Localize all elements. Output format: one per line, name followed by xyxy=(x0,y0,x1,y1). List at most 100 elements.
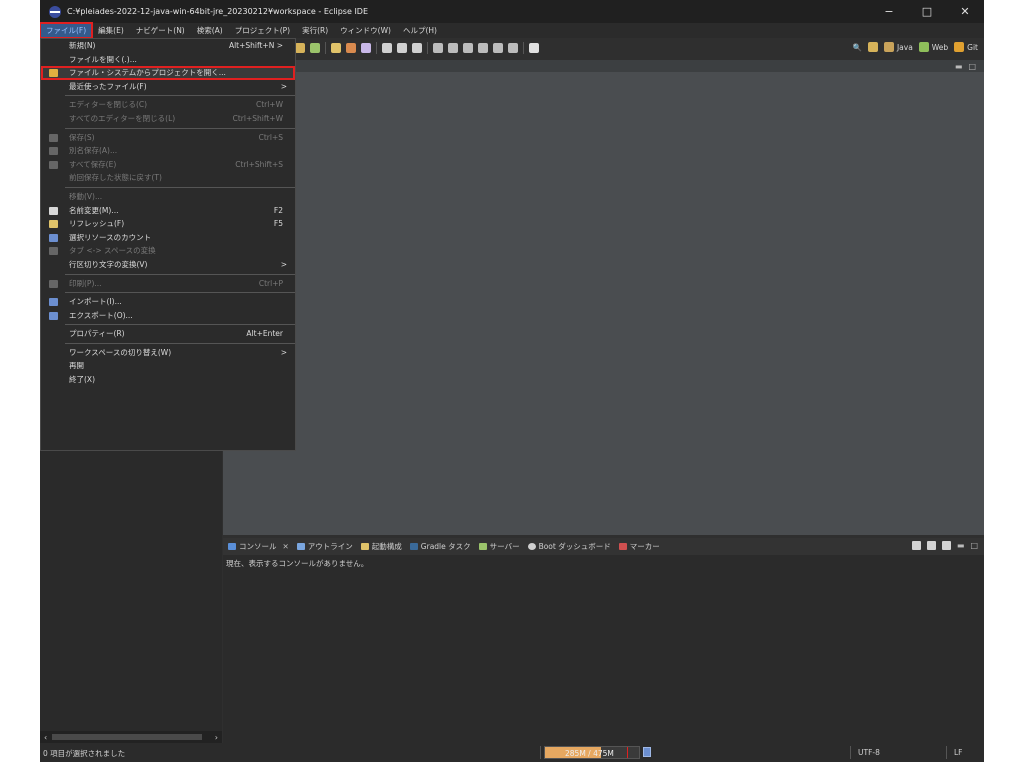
perspective-icon[interactable] xyxy=(529,43,539,53)
menu-edit[interactable]: 編集(E) xyxy=(92,23,130,38)
maximize-button[interactable]: □ xyxy=(908,0,946,23)
tab-servers[interactable]: サーバー xyxy=(478,541,520,552)
scroll-right-icon[interactable]: › xyxy=(215,733,218,742)
file-menu-item[interactable]: インポート(I)... xyxy=(41,295,295,309)
file-menu-item[interactable]: ワークスペースの切り替え(W) > xyxy=(41,346,295,360)
perspective-web[interactable]: Web xyxy=(918,42,948,52)
eclipse-logo-icon xyxy=(49,5,61,18)
open-console-icon[interactable] xyxy=(911,541,921,550)
toolbar-separator xyxy=(325,42,326,54)
package-icon[interactable] xyxy=(346,43,356,53)
minimize-button[interactable]: − xyxy=(870,0,908,23)
tab-console[interactable]: コンソール ✕ xyxy=(228,541,289,552)
tab-gradle-tasks[interactable]: Gradle タスク xyxy=(409,541,471,552)
back-icon[interactable] xyxy=(463,43,473,53)
submenu-arrow-icon: > xyxy=(280,259,287,269)
file-menu-item[interactable]: エクスポート(O)... xyxy=(41,309,295,323)
garbage-collect-icon[interactable] xyxy=(643,747,651,757)
menu-run[interactable]: 実行(R) xyxy=(296,23,334,38)
gradle-icon xyxy=(409,543,418,550)
file-menu-item[interactable]: タブ <-> スペースの変換 xyxy=(41,244,295,258)
next-annotation-icon[interactable] xyxy=(433,43,443,53)
open-type-icon[interactable] xyxy=(331,43,341,53)
file-menu-item[interactable]: 移動(V)... xyxy=(41,190,295,204)
menu-navigate[interactable]: ナビゲート(N) xyxy=(130,23,191,38)
close-icon[interactable]: ✕ xyxy=(283,542,289,551)
menu-project[interactable]: プロジェクト(P) xyxy=(229,23,296,38)
file-menu-item[interactable]: 終了(X) xyxy=(41,373,295,387)
file-menu-item[interactable]: 行区切り文字の変換(V) > xyxy=(41,258,295,272)
file-menu-item[interactable]: 別名保存(A)... xyxy=(41,144,295,158)
window-title: C:¥pleiades-2022-12-java-win-64bit-jre_2… xyxy=(67,7,369,16)
annotation-icon[interactable] xyxy=(412,43,422,53)
prev-annotation-icon[interactable] xyxy=(448,43,458,53)
scroll-thumb[interactable] xyxy=(52,734,202,740)
perspective-java[interactable]: Java xyxy=(883,42,913,52)
menu-search[interactable]: 検索(A) xyxy=(191,23,229,38)
new-java-project-icon[interactable] xyxy=(295,43,305,53)
tab-markers[interactable]: マーカー xyxy=(618,541,660,552)
toolbar-separator xyxy=(427,42,428,54)
close-button[interactable]: ✕ xyxy=(946,0,984,23)
minimize-icon[interactable]: ▬ xyxy=(957,541,965,550)
status-separator xyxy=(540,746,541,759)
menu-item-shortcut: F5 xyxy=(273,219,283,229)
tab-launch-config[interactable]: 起動構成 xyxy=(360,541,402,552)
editor-header: ▬ □ xyxy=(223,60,984,72)
tab-boot-dashboard[interactable]: Boot ダッシュボード xyxy=(527,541,611,552)
toolbar-separator xyxy=(376,42,377,54)
new-console-icon[interactable] xyxy=(941,541,951,550)
scroll-left-icon[interactable]: ‹ xyxy=(44,733,47,742)
history-forward-icon[interactable] xyxy=(508,43,518,53)
heap-status[interactable]: 285M / 475M xyxy=(544,746,640,759)
perspective-git[interactable]: Git xyxy=(954,42,978,52)
tab-label: 起動構成 xyxy=(371,542,402,551)
file-menu-item[interactable]: ファイル・システムからプロジェクトを開く... xyxy=(41,66,295,80)
menu-item-label: 終了(X) xyxy=(69,375,95,385)
menu-item-label: すべて保存(E) xyxy=(69,159,117,169)
file-menu-item[interactable]: ファイルを開く(.)... xyxy=(41,53,295,67)
menu-item-label: すべてのエディターを閉じる(L) xyxy=(69,113,176,123)
edit-icon[interactable] xyxy=(361,43,371,53)
tab-label: サーバー xyxy=(489,542,520,551)
maximize-icon[interactable]: □ xyxy=(970,541,978,550)
file-menu-item[interactable]: 名前変更(M)... F2 xyxy=(41,204,295,218)
menu-item-label: エクスポート(O)... xyxy=(69,310,133,320)
forward-icon[interactable] xyxy=(478,43,488,53)
menu-item-label: 新規(N) xyxy=(69,41,96,50)
file-menu-item[interactable]: プロパティー(R) Alt+Enter xyxy=(41,327,295,341)
file-menu-item[interactable]: リフレッシュ(F) F5 xyxy=(41,217,295,231)
search-icon[interactable]: 🔍 xyxy=(853,43,862,52)
minimize-icon[interactable]: ▬ xyxy=(955,62,963,71)
menu-help[interactable]: ヘルプ(H) xyxy=(397,23,443,38)
file-menu-item[interactable]: すべてのエディターを閉じる(L) Ctrl+Shift+W xyxy=(41,112,295,126)
line-ending-status: LF xyxy=(954,748,963,757)
menu-file[interactable]: ファイル(F) xyxy=(40,22,94,39)
title-bar: C:¥pleiades-2022-12-java-win-64bit-jre_2… xyxy=(40,0,984,23)
file-menu-item[interactable]: 印刷(P)... Ctrl+P xyxy=(41,277,295,291)
horizontal-scrollbar[interactable]: ‹ › xyxy=(40,731,222,743)
tab-outline[interactable]: アウトライン xyxy=(296,541,353,552)
history-back-icon[interactable] xyxy=(493,43,503,53)
file-menu-item[interactable]: 保存(S) Ctrl+S xyxy=(41,131,295,145)
search-icon[interactable] xyxy=(397,43,407,53)
file-menu-item[interactable]: 選択リソースのカウント xyxy=(41,231,295,245)
file-menu-item[interactable]: 新規(N) Alt+Shift+N > xyxy=(41,39,295,53)
menu-item-label: ファイル・システムからプロジェクトを開く... xyxy=(69,68,226,78)
menu-bar: ファイル(F) 編集(E) ナビゲート(N) 検索(A) プロジェクト(P) 実… xyxy=(40,22,984,39)
open-perspective-icon[interactable] xyxy=(867,42,878,52)
file-menu-item[interactable]: 再開 xyxy=(41,359,295,373)
maximize-icon[interactable]: □ xyxy=(968,62,976,71)
menu-item-label: 別名保存(A)... xyxy=(69,146,118,156)
tab-label: アウトライン xyxy=(307,542,353,551)
task-icon[interactable] xyxy=(382,43,392,53)
file-menu-item[interactable]: すべて保存(E) Ctrl+Shift+S xyxy=(41,158,295,172)
heap-text: 285M / 475M xyxy=(565,749,614,758)
file-menu-item[interactable]: 最近使ったファイル(F) > xyxy=(41,80,295,94)
file-menu-item[interactable]: エディターを閉じる(C) Ctrl+W xyxy=(41,98,295,112)
display-console-icon[interactable] xyxy=(926,541,936,550)
run-icon[interactable] xyxy=(310,43,320,53)
menu-item-shortcut: Alt+Shift+N > xyxy=(228,41,283,50)
file-menu-item[interactable]: 前回保存した状態に戻す(T) xyxy=(41,171,295,185)
menu-window[interactable]: ウィンドウ(W) xyxy=(334,23,397,38)
